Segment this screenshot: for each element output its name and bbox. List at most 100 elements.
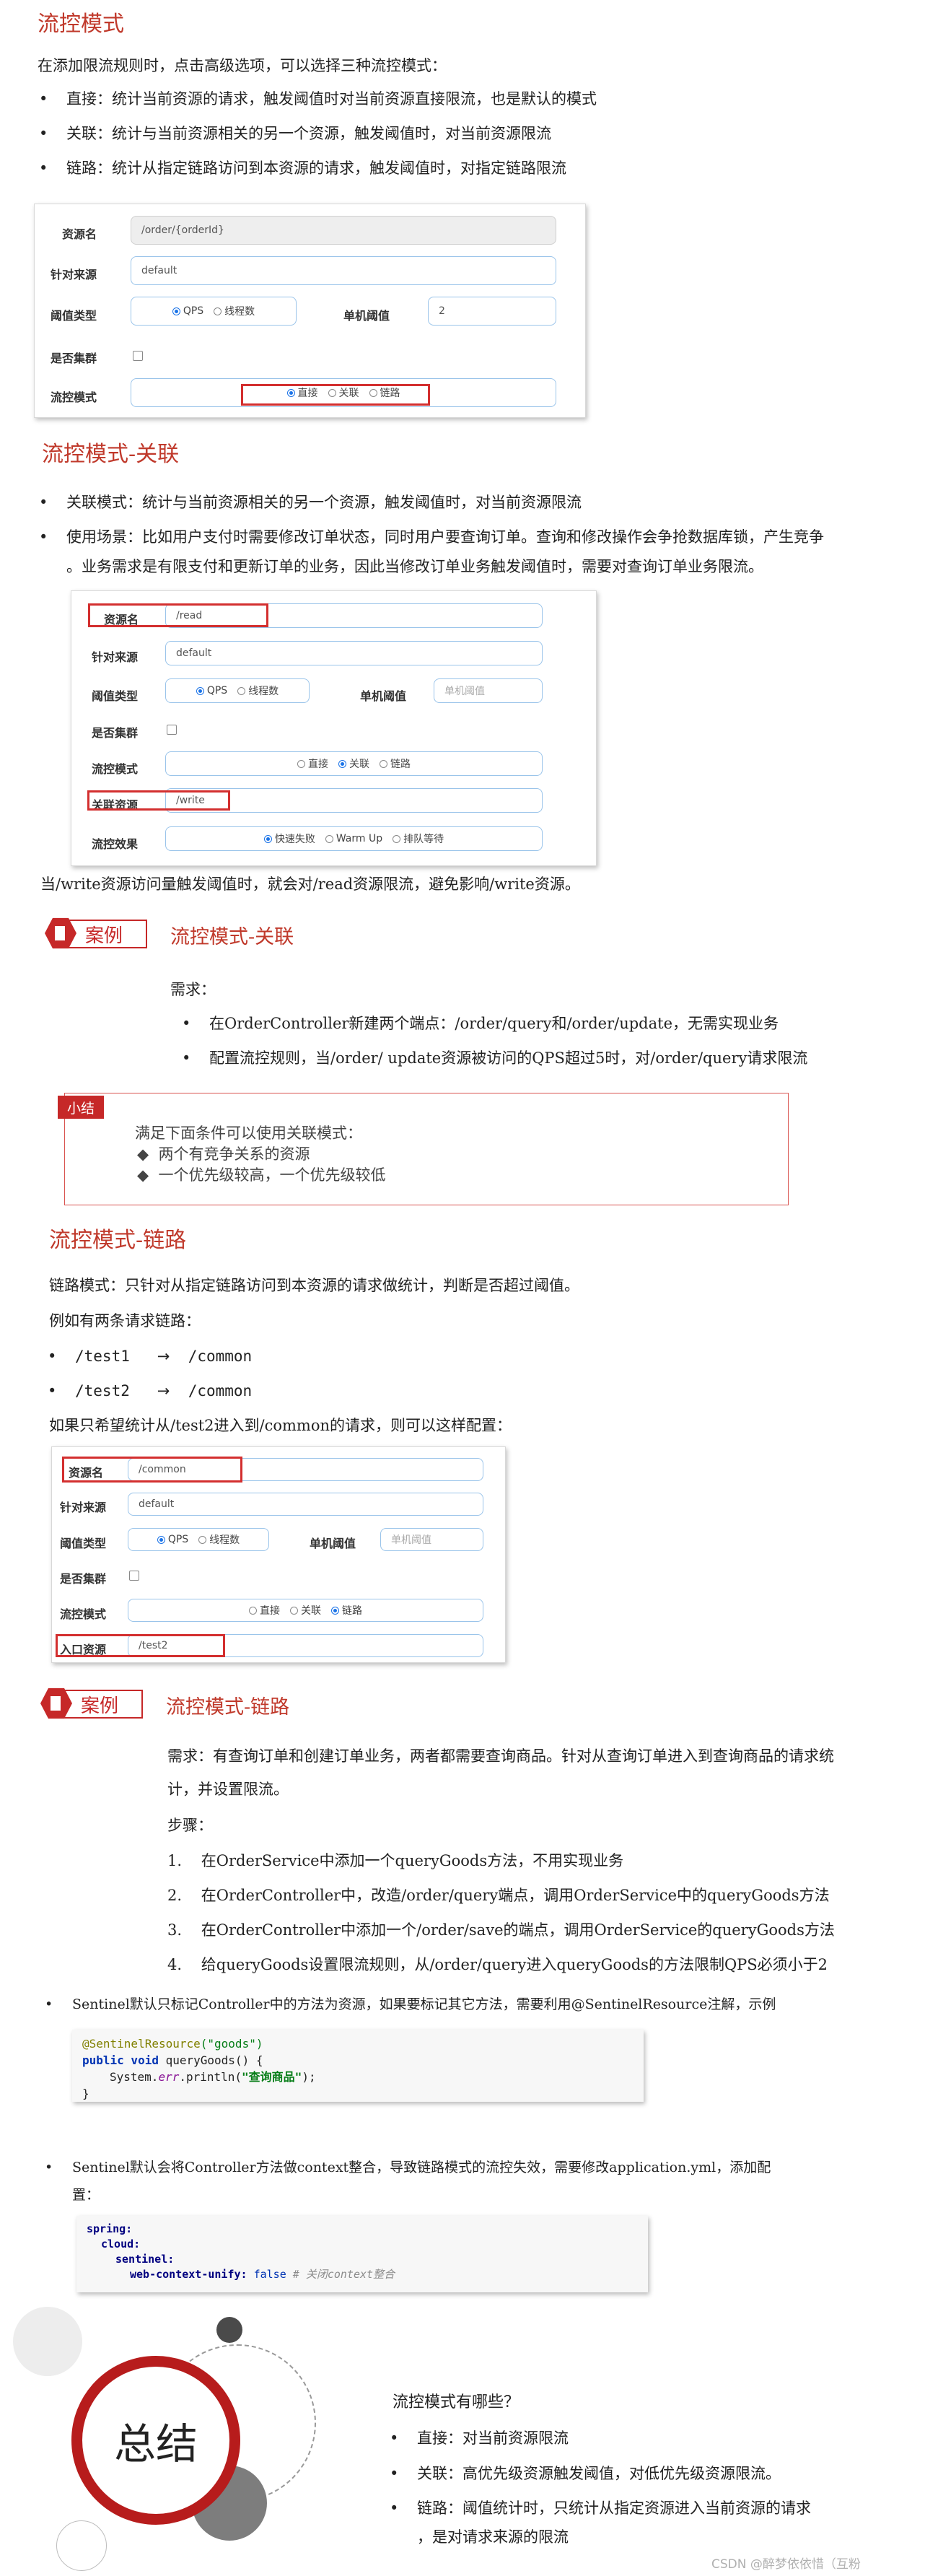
tip-context-unify: Sentinel默认会将Controller方法做context整合，导致链路模… xyxy=(45,2157,771,2178)
resource-input[interactable]: /order/{orderId} xyxy=(131,216,556,245)
decor-circle xyxy=(56,2520,107,2571)
label-cluster: 是否集群 xyxy=(60,1572,107,1586)
tip-context-unify-cont: 置： xyxy=(72,2187,100,2203)
radio-dot xyxy=(198,1535,207,1544)
step-number: 4. xyxy=(167,1956,183,1973)
chain-example: 例如有两条请求链路： xyxy=(49,1312,201,1330)
summary-point-cont: ，是对请求来源的限流 xyxy=(417,2528,569,2546)
cluster-checkbox[interactable] xyxy=(129,1571,139,1581)
summary-intro: 满足下面条件可以使用关联模式： xyxy=(135,1125,362,1142)
label-count: 单机阈值 xyxy=(310,1537,356,1550)
radio-dot xyxy=(380,759,387,768)
chain-from: /test1 xyxy=(75,1348,130,1365)
radio-dot xyxy=(249,1606,257,1615)
radio-label: 排队等待 xyxy=(403,834,444,845)
strategy-chain-radio[interactable]: 链路 xyxy=(380,756,411,771)
code-text: ); xyxy=(302,2070,316,2084)
radio-dot xyxy=(297,759,305,768)
case2-step: 2. 在OrderController中，改造/order/query端点，调用… xyxy=(167,1885,830,1906)
highlight-resource xyxy=(62,1457,242,1483)
radio-dot xyxy=(237,686,246,695)
origin-input[interactable]: default xyxy=(165,641,543,665)
code-line: } xyxy=(82,2087,89,2100)
code-string: "查询商品" xyxy=(242,2070,302,2084)
tip-sentinel-resource: Sentinel默认只标记Controller中的方法为资源，如果要标记其它方法… xyxy=(45,1994,776,2015)
grade-thread-radio[interactable]: 线程数 xyxy=(214,304,255,318)
grade-qps-radio[interactable]: QPS xyxy=(196,685,227,697)
grade-qps-radio[interactable]: QPS xyxy=(172,305,203,317)
summary-item: ◆ 一个优先级较高，一个优先级较低 xyxy=(137,1166,386,1184)
case2-steps-label: 步骤： xyxy=(167,1817,213,1834)
code-line: spring: xyxy=(87,2222,133,2235)
origin-input[interactable]: default xyxy=(128,1493,483,1516)
count-input[interactable]: 单机阈值 xyxy=(434,678,543,703)
label-strategy: 流控模式 xyxy=(92,762,139,776)
code-line: cloud: xyxy=(101,2237,141,2250)
radio-label: 直接 xyxy=(260,1605,280,1617)
relate-note: 当/write资源访问量触发阈值时，就会对/read资源限流，避免影响/writ… xyxy=(40,876,580,893)
label-count: 单机阈值 xyxy=(343,309,390,323)
radio-label: 线程数 xyxy=(248,686,279,697)
flow-rule-form-direct: 资源名 /order/{orderId} 针对来源 default 阈值类型 Q… xyxy=(34,204,586,418)
radio-dot xyxy=(290,1606,298,1615)
effect-queue-radio[interactable]: 排队等待 xyxy=(393,831,444,846)
summary-circle: 总结 xyxy=(71,2356,240,2525)
bullet-chain: 链路：统计从指定链路访问到本资源的请求，触发阈值时，对指定链路限流 xyxy=(39,157,566,179)
count-input[interactable]: 2 xyxy=(428,297,556,326)
grade-radio-group: QPS 线程数 xyxy=(131,297,297,326)
grade-thread-radio[interactable]: 线程数 xyxy=(237,684,279,698)
radio-label: 直接 xyxy=(308,759,328,770)
radio-label: 线程数 xyxy=(209,1534,240,1546)
radio-dot xyxy=(393,834,401,843)
label-resource: 资源名 xyxy=(62,227,97,241)
section-title-chain: 流控模式-链路 xyxy=(49,1228,187,1253)
cluster-checkbox[interactable] xyxy=(133,351,143,361)
radio-label: 关联 xyxy=(349,759,369,770)
code-value: false xyxy=(247,2268,293,2281)
grade-qps-radio[interactable]: QPS xyxy=(157,1534,188,1545)
summary-point: 关联：高优先级资源触发阈值，对低优先级资源限流。 xyxy=(390,2463,781,2484)
radio-dot-checked xyxy=(157,1535,165,1544)
count-input[interactable]: 单机阈值 xyxy=(380,1528,483,1551)
strategy-relate-radio[interactable]: 关联 xyxy=(290,1603,321,1617)
bullet-use-case: 使用场景：比如用户支付时需要修改订单状态，同时用户要查询订单。查询和修改操作会争… xyxy=(39,526,824,548)
summary-question: 流控模式有哪些？ xyxy=(393,2393,520,2411)
cluster-checkbox[interactable] xyxy=(167,725,177,735)
summary-item-text: 两个有竞争关系的资源 xyxy=(158,1145,310,1163)
case1-title: 流控模式-关联 xyxy=(170,926,294,948)
label-cluster: 是否集群 xyxy=(92,726,139,740)
section-title-flow-mode: 流控模式 xyxy=(38,12,124,37)
case2-step: 4. 给queryGoods设置限流规则，从/order/query进入quer… xyxy=(167,1954,828,1975)
chain-from: /test2 xyxy=(75,1382,130,1400)
case-badge: 案例 xyxy=(65,920,147,948)
bullet-relate: 关联：统计与当前资源相关的另一个资源，触发阈值时，对当前资源限流 xyxy=(39,123,551,144)
chain-desc: 链路模式：只针对从指定链路访问到本资源的请求做统计，判断是否超过阈值。 xyxy=(49,1277,579,1294)
radio-label: QPS xyxy=(206,685,228,697)
code-comment: # 关闭context整合 xyxy=(292,2268,395,2281)
strategy-direct-radio[interactable]: 直接 xyxy=(297,756,328,771)
step-text: 在OrderController中添加一个/order/save的端点，调用Or… xyxy=(201,1921,835,1939)
label-grade: 阈值类型 xyxy=(51,309,97,323)
bullet-use-case-cont: 。业务需求是有限支付和更新订单的业务，因此当修改订单业务触发阈值时，需要对查询订… xyxy=(66,558,763,575)
step-number: 2. xyxy=(167,1887,183,1904)
chain-item: /test2 → /common xyxy=(48,1380,252,1402)
step-number: 3. xyxy=(167,1921,183,1939)
summary-tag: 小结 xyxy=(58,1096,104,1119)
strategy-relate-radio[interactable]: 关联 xyxy=(338,756,369,771)
effect-warmup-radio[interactable]: Warm Up xyxy=(325,833,382,844)
effect-radio-group: 快速失败 Warm Up 排队等待 xyxy=(165,826,543,851)
label-origin: 针对来源 xyxy=(51,268,97,281)
strategy-chain-radio[interactable]: 链路 xyxy=(331,1603,362,1617)
origin-input[interactable]: default xyxy=(131,256,556,285)
step-text: 在OrderService中添加一个queryGoods方法，不用实现业务 xyxy=(201,1852,624,1869)
case2-need: 需求：有查询订单和创建订单业务，两者都需要查询商品。针对从查询订单进入到查询商品… xyxy=(167,1747,834,1765)
grade-thread-radio[interactable]: 线程数 xyxy=(198,1532,240,1547)
code-line: public void queryGoods() { xyxy=(82,2052,634,2069)
label-grade: 阈值类型 xyxy=(92,689,139,703)
code-text: .println( xyxy=(179,2070,242,2084)
effect-fast-fail-radio[interactable]: 快速失败 xyxy=(263,831,315,846)
label-count: 单机阈值 xyxy=(360,689,407,703)
strategy-direct-radio[interactable]: 直接 xyxy=(249,1603,280,1617)
arrow-right-icon: → xyxy=(157,1348,170,1365)
radio-label: 快速失败 xyxy=(274,834,315,845)
